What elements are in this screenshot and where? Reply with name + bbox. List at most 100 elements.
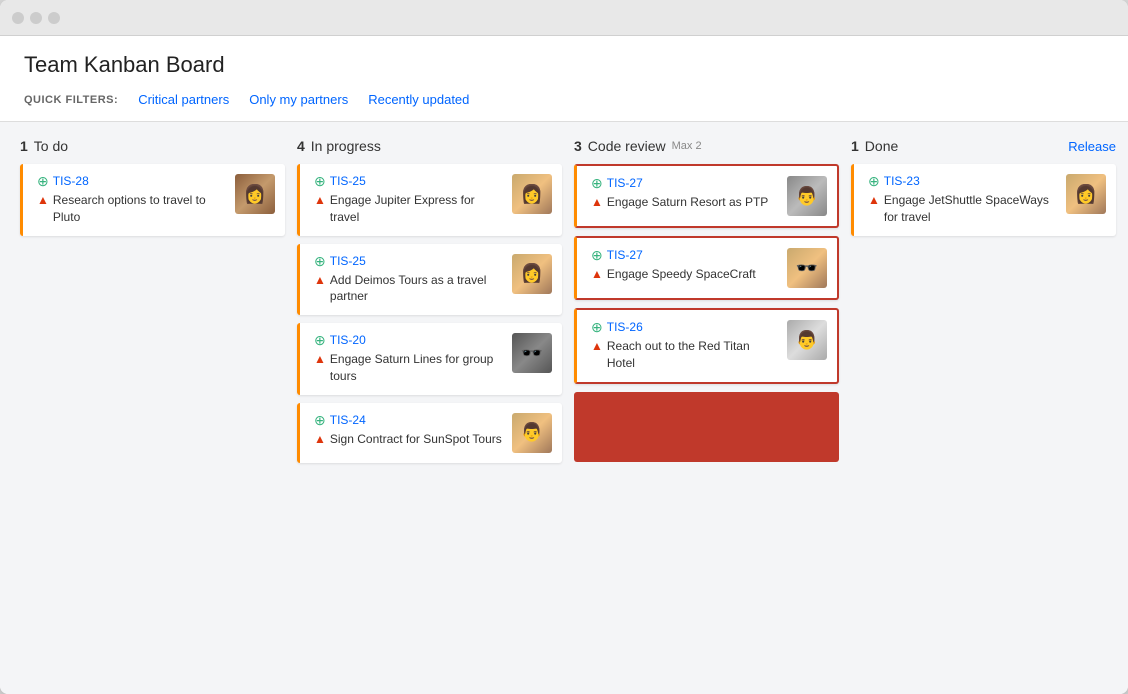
column-done-header: 1 Done Release [851,138,1116,154]
card-tis24[interactable]: ⊕ TIS-24 ▲ Sign Contract for SunSpot Tou… [297,403,562,463]
release-action[interactable]: Release [1068,139,1116,154]
card-tis25-1-desc: Engage Jupiter Express for travel [330,192,504,226]
codereview-name: Code review [588,138,666,154]
avatar-tis27-1: 👨 [787,176,827,216]
add-icon: ⊕ [314,254,326,268]
traffic-lights [12,12,60,24]
card-tis27-1-desc: Engage Saturn Resort as PTP [607,194,768,211]
card-tis20-info: ⊕ TIS-20 ▲ Engage Saturn Lines for group… [314,333,504,385]
priority-icon: ▲ [314,432,326,446]
column-codereview: 3 Code review Max 2 ⊕ TIS-27 ▲ [574,138,839,462]
priority-icon: ▲ [314,352,326,366]
card-tis27-2-desc: Engage Speedy SpaceCraft [607,266,756,283]
card-tis28-id[interactable]: TIS-28 [53,174,89,188]
minimize-button[interactable] [30,12,42,24]
card-tis28-desc-row: ▲ Research options to travel to Pluto [37,192,227,226]
add-icon: ⊕ [591,248,603,262]
card-tis26[interactable]: ⊕ TIS-26 ▲ Reach out to the Red Titan Ho… [574,308,839,384]
filter-critical-partners[interactable]: Critical partners [130,90,237,109]
avatar-tis28: 👩 [235,174,275,214]
done-name: Done [865,138,898,154]
card-tis28[interactable]: ⊕ TIS-28 ▲ Research options to travel to… [20,164,285,236]
card-tis27-1[interactable]: ⊕ TIS-27 ▲ Engage Saturn Resort as PTP 👨 [574,164,839,228]
add-icon: ⊕ [314,333,326,347]
priority-icon: ▲ [314,193,326,207]
add-icon: ⊕ [314,174,326,188]
priority-icon: ▲ [591,195,603,209]
avatar-tis26: 👨 [787,320,827,360]
todo-name: To do [34,138,68,154]
priority-icon: ▲ [868,193,880,207]
codereview-count: 3 [574,138,582,154]
add-icon: ⊕ [868,174,880,188]
titlebar [0,0,1128,36]
column-codereview-header: 3 Code review Max 2 [574,138,839,154]
column-inprogress: 4 In progress ⊕ TIS-25 ▲ Engage Jupite [297,138,562,463]
priority-icon: ▲ [591,267,603,281]
card-tis20[interactable]: ⊕ TIS-20 ▲ Engage Saturn Lines for group… [297,323,562,395]
column-todo-header: 1 To do [20,138,285,154]
todo-cards: ⊕ TIS-28 ▲ Research options to travel to… [20,164,285,236]
card-tis27-1-info: ⊕ TIS-27 ▲ Engage Saturn Resort as PTP [591,176,779,211]
header: Team Kanban Board QUICK FILTERS: Critica… [0,36,1128,122]
card-tis25-2-desc: Add Deimos Tours as a travel partner [330,272,504,306]
close-button[interactable] [12,12,24,24]
add-icon: ⊕ [591,176,603,190]
card-tis23-id[interactable]: TIS-23 [884,174,920,188]
card-tis25-1[interactable]: ⊕ TIS-25 ▲ Engage Jupiter Express for tr… [297,164,562,236]
column-inprogress-header: 4 In progress [297,138,562,154]
card-tis23-desc: Engage JetShuttle SpaceWays for travel [884,192,1058,226]
maximize-button[interactable] [48,12,60,24]
quick-filters-label: QUICK FILTERS: [24,94,118,106]
card-tis26-desc: Reach out to the Red Titan Hotel [607,338,779,372]
codereview-max: Max 2 [672,140,702,152]
inprogress-count: 4 [297,138,305,154]
priority-icon: ▲ [37,193,49,207]
card-tis20-id[interactable]: TIS-20 [330,333,366,347]
card-tis27-1-id[interactable]: TIS-27 [607,176,643,190]
page-title: Team Kanban Board [24,52,1104,78]
card-tis28-info: ⊕ TIS-28 ▲ Research options to travel to… [37,174,227,226]
card-tis25-2-info: ⊕ TIS-25 ▲ Add Deimos Tours as a travel … [314,254,504,306]
column-todo: 1 To do ⊕ TIS-28 ▲ Research options to [20,138,285,236]
todo-count: 1 [20,138,28,154]
add-icon: ⊕ [314,413,326,427]
card-tis26-info: ⊕ TIS-26 ▲ Reach out to the Red Titan Ho… [591,320,779,372]
card-tis25-1-info: ⊕ TIS-25 ▲ Engage Jupiter Express for tr… [314,174,504,226]
board-area: 1 To do ⊕ TIS-28 ▲ Research options to [0,122,1128,694]
filter-recently-updated[interactable]: Recently updated [360,90,477,109]
avatar-tis24: 👨 [512,413,552,453]
card-tis24-info: ⊕ TIS-24 ▲ Sign Contract for SunSpot Tou… [314,413,504,448]
priority-icon: ▲ [591,339,603,353]
add-icon: ⊕ [37,174,49,188]
kanban-board: 1 To do ⊕ TIS-28 ▲ Research options to [20,138,1108,678]
inprogress-name: In progress [311,138,381,154]
overflow-indicator [574,392,839,462]
card-tis27-2-info: ⊕ TIS-27 ▲ Engage Speedy SpaceCraft [591,248,779,283]
card-tis23-info: ⊕ TIS-23 ▲ Engage JetShuttle SpaceWays f… [868,174,1058,226]
done-cards: ⊕ TIS-23 ▲ Engage JetShuttle SpaceWays f… [851,164,1116,236]
avatar-tis23: 👩 [1066,174,1106,214]
inprogress-cards: ⊕ TIS-25 ▲ Engage Jupiter Express for tr… [297,164,562,463]
avatar-tis27-2: 🕶️ [787,248,827,288]
avatar-tis25-1: 👩 [512,174,552,214]
card-tis20-desc: Engage Saturn Lines for group tours [330,351,504,385]
card-tis27-2[interactable]: ⊕ TIS-27 ▲ Engage Speedy SpaceCraft 🕶️ [574,236,839,300]
card-tis26-id[interactable]: TIS-26 [607,320,643,334]
card-tis25-2-id[interactable]: TIS-25 [330,254,366,268]
card-tis27-2-id[interactable]: TIS-27 [607,248,643,262]
avatar-tis25-2: 👩 [512,254,552,294]
codereview-cards: ⊕ TIS-27 ▲ Engage Saturn Resort as PTP 👨 [574,164,839,462]
card-tis28-desc: Research options to travel to Pluto [53,192,227,226]
card-tis24-desc: Sign Contract for SunSpot Tours [330,431,502,448]
app-window: Team Kanban Board QUICK FILTERS: Critica… [0,0,1128,694]
column-done: 1 Done Release ⊕ TIS-23 ▲ En [851,138,1116,236]
card-tis23[interactable]: ⊕ TIS-23 ▲ Engage JetShuttle SpaceWays f… [851,164,1116,236]
card-tis24-id[interactable]: TIS-24 [330,413,366,427]
card-tis25-1-id[interactable]: TIS-25 [330,174,366,188]
avatar-tis20: 🕶️ [512,333,552,373]
filter-only-my-partners[interactable]: Only my partners [241,90,356,109]
priority-icon: ▲ [314,273,326,287]
card-tis25-2[interactable]: ⊕ TIS-25 ▲ Add Deimos Tours as a travel … [297,244,562,316]
done-count: 1 [851,138,859,154]
